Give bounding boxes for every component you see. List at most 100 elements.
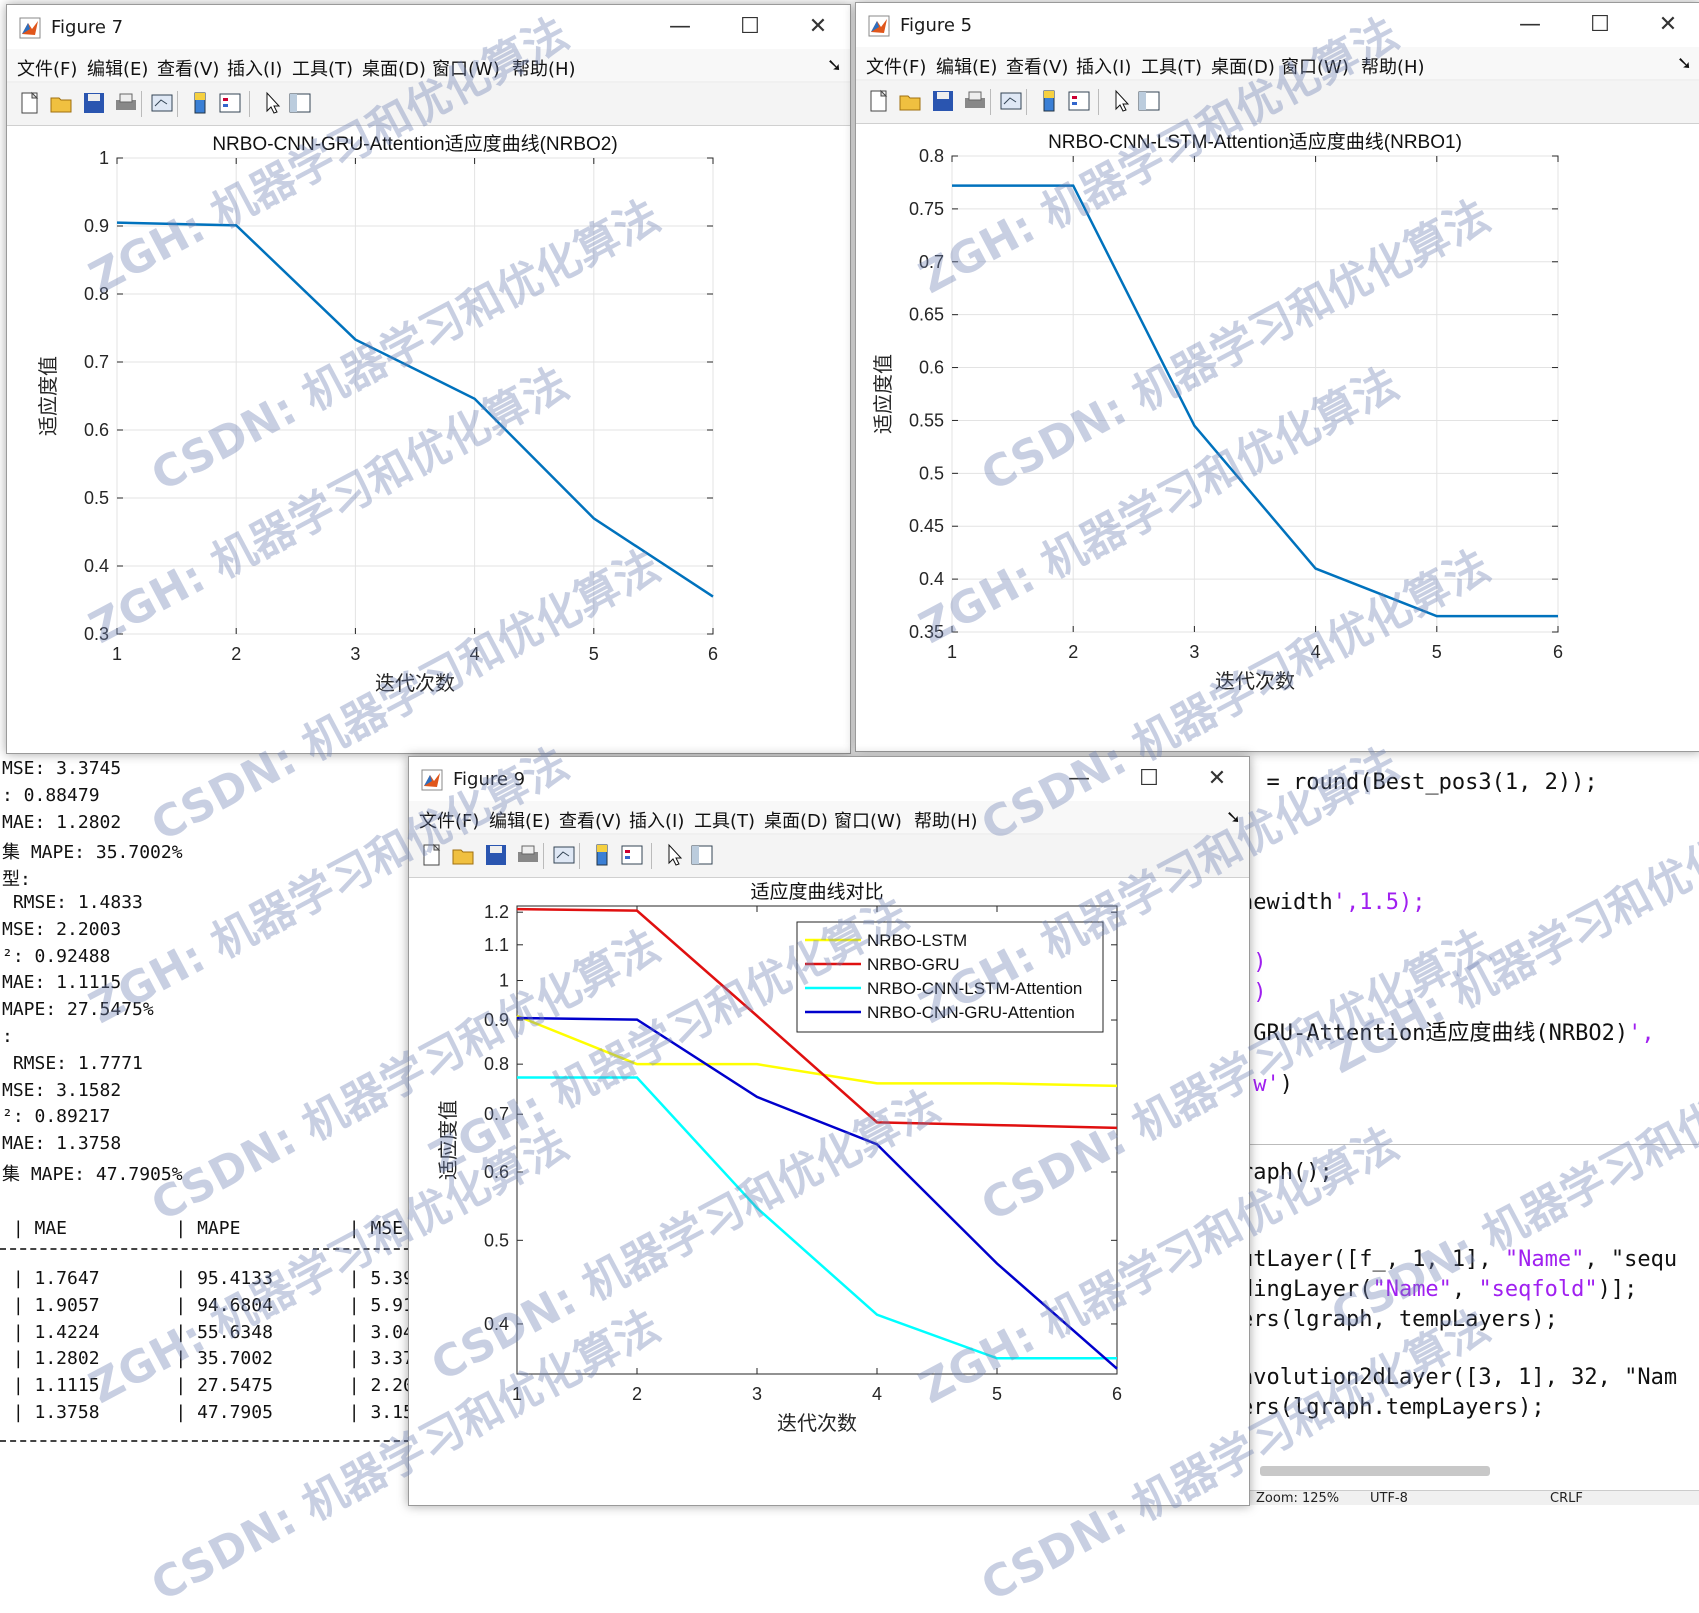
link-plot-icon[interactable] [998,88,1024,114]
figure-7-window[interactable]: Figure 7 — ☐ ✕ 文件(F) 编辑(E) 查看(V) 插入(I) 工具(T)… [6,4,851,754]
open-folder-icon[interactable] [49,90,75,116]
menu-item-2[interactable]: 查看(V) [559,807,621,833]
property-editor-icon[interactable] [689,842,715,868]
close-button[interactable]: ✕ [1648,11,1688,39]
minimize-button[interactable]: — [1059,765,1099,793]
plot-area[interactable]: 1 2 3 4 5 6 0.4 0.5 0.6 0.7 0.8 0.9 1 1.1 1.2 适应度曲线对比 迭代… [409,878,1249,1505]
pointer-icon[interactable] [1108,88,1134,114]
y-tick-label: 0.75 [909,199,944,219]
close-button[interactable]: ✕ [798,13,838,41]
print-icon[interactable] [515,842,541,868]
menu-item-3[interactable]: 插入(I) [629,807,684,833]
save-icon[interactable] [930,88,956,114]
title-bar[interactable]: Figure 7 — ☐ ✕ [7,5,850,49]
minimize-button[interactable]: — [660,13,700,41]
menu-bar: 文件(F) 编辑(E) 查看(V) 插入(I) 工具(T) 桌面(D) 窗口(W) 帮助(H)… [409,801,1249,833]
property-editor-icon[interactable] [1136,88,1162,114]
menu-item-2[interactable]: 查看(V) [1006,53,1068,79]
menu-item-3[interactable]: 插入(I) [1076,53,1131,79]
new-figure-icon[interactable] [17,90,43,116]
y-tick-label: 0.45 [909,516,944,536]
menu-item-6[interactable]: 窗口(W) [1281,53,1349,79]
console-line: : [2,1026,13,1047]
minimize-button[interactable]: — [1510,11,1550,39]
title-bar[interactable]: Figure 5 — ☐ ✕ [856,3,1699,47]
horizontal-scrollbar[interactable] [1260,1466,1490,1476]
x-tick-label: 1 [112,644,122,664]
menu-item-0[interactable]: 文件(F) [17,55,77,81]
title-bar[interactable]: Figure 9 — ☐ ✕ [409,757,1249,801]
colorbar-icon[interactable] [589,842,615,868]
open-folder-icon[interactable] [451,842,477,868]
open-folder-icon[interactable] [898,88,924,114]
menu-item-0[interactable]: 文件(F) [866,53,926,79]
code-line: newidth',1.5); [1240,890,1426,915]
new-figure-icon[interactable] [419,842,445,868]
legend-icon[interactable] [1066,88,1092,114]
console-line: MSE: 2.2003 [2,918,122,940]
x-tick-label: 3 [1189,642,1199,662]
property-editor-icon[interactable] [287,90,313,116]
legend-entry: NRBO-GRU [867,955,960,974]
print-icon[interactable] [962,88,988,114]
dock-arrow-icon[interactable]: ➘ [827,55,842,76]
menu-item-6[interactable]: 窗口(W) [834,807,902,833]
command-window[interactable]: MSE: 3.3745: 0.88479 MAE: 1.2802 集 MAPE: 3… [0,750,420,1504]
menu-item-4[interactable]: 工具(T) [1141,53,1202,79]
link-plot-icon[interactable] [551,842,577,868]
toolbar-separator [177,91,178,117]
menu-item-7[interactable]: 帮助(H) [1361,53,1425,79]
pointer-icon[interactable] [259,90,285,116]
menu-item-0[interactable]: 文件(F) [419,807,479,833]
menu-item-2[interactable]: 查看(V) [157,55,219,81]
menu-item-7[interactable]: 帮助(H) [914,807,978,833]
menu-item-3[interactable]: 插入(I) [227,55,282,81]
dock-arrow-icon[interactable]: ➘ [1677,53,1692,74]
plot-area[interactable]: 1 2 3 4 5 6 0.3 0.4 0.5 0.6 0.7 0.8 0.9 1 NRBO-CNN-GRU… [7,126,850,753]
y-tick-label: 0.3 [84,624,109,644]
chart-title: NRBO-CNN-LSTM-Attention适应度曲线(NRBO1) [1048,131,1462,153]
new-figure-icon[interactable] [866,88,892,114]
maximize-button[interactable]: ☐ [730,13,770,41]
menu-item-4[interactable]: 工具(T) [292,55,353,81]
menu-item-4[interactable]: 工具(T) [694,807,755,833]
menu-item-5[interactable]: 桌面(D) [1211,53,1275,79]
legend-icon[interactable] [619,842,645,868]
x-tick-label: 5 [992,1384,1002,1404]
code-editor[interactable]: ) = round(Best_pos3(1, 2)); newidth',1.5)… [1240,750,1699,1504]
maximize-button[interactable]: ☐ [1580,11,1620,39]
close-button[interactable]: ✕ [1197,765,1237,793]
link-plot-icon[interactable] [149,90,175,116]
menu-item-5[interactable]: 桌面(D) [764,807,828,833]
save-icon[interactable] [81,90,107,116]
legend-icon[interactable] [217,90,243,116]
table-row: | 1.3758 | 47.7905 | 3.1582 [2,1402,420,1423]
menu-item-5[interactable]: 桌面(D) [362,55,426,81]
console-line: RMSE: 1.7771 [2,1052,143,1074]
figure-9-window[interactable]: Figure 9 — ☐ ✕ 文件(F) 编辑(E) 查看(V) 插入(I) 工具(T)… [408,756,1250,1506]
plot-area[interactable]: 1 2 3 4 5 6 0.35 0.4 0.45 0.5 0.55 0.6 0.65 0.7 0.75 0.… [856,124,1699,751]
menu-item-1[interactable]: 编辑(E) [87,55,148,81]
y-tick-label: 0.4 [484,1314,509,1334]
colorbar-icon[interactable] [187,90,213,116]
maximize-button[interactable]: ☐ [1129,765,1169,793]
window-title: Figure 5 [900,15,973,36]
code-line: utLayer([f_, 1, 1], "Name", "sequ [1240,1247,1678,1272]
menu-item-7[interactable]: 帮助(H) [512,55,576,81]
code-line: nvolution2dLayer([3, 1], 32, "Nam [1240,1365,1678,1390]
save-icon[interactable] [483,842,509,868]
pointer-icon[interactable] [661,842,687,868]
figure-5-window[interactable]: Figure 5 — ☐ ✕ 文件(F) 编辑(E) 查看(V) 插入(I) 工具(T)… [855,2,1699,752]
menu-item-1[interactable]: 编辑(E) [936,53,997,79]
y-tick-label: 1 [99,148,109,168]
menu-item-6[interactable]: 窗口(W) [432,55,500,81]
menu-item-1[interactable]: 编辑(E) [489,807,550,833]
colorbar-icon[interactable] [1036,88,1062,114]
legend-entry: NRBO-CNN-LSTM-Attention [867,979,1082,998]
x-tick-label: 4 [872,1384,882,1404]
console-line: MSE: 3.1582 [2,1079,122,1101]
dock-arrow-icon[interactable]: ➘ [1226,807,1241,828]
toolbar-separator [990,89,991,115]
print-icon[interactable] [113,90,139,116]
console-line: ²: 0.92488 [2,945,111,967]
